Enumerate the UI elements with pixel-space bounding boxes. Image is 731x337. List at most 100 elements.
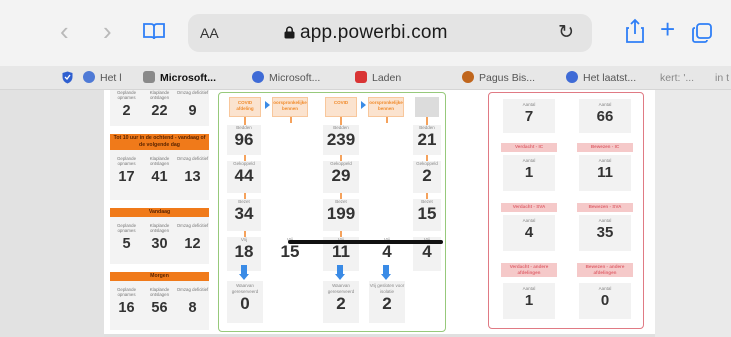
col-label: Omzag deficitief [176,156,209,161]
occupied-card: Bezet 15 [413,199,441,231]
kpi-value: 12 [184,236,201,252]
count-card: Aantal 1 [503,283,555,319]
text-size-button[interactable]: AA [200,25,219,41]
kpi-value: 9 [188,103,197,119]
address-bar[interactable]: AA app.powerbi.com ↻ [188,14,592,52]
linked-card: Gekoppeld 29 [323,161,359,193]
count-card: Aantal 4 [503,215,555,251]
block-title: Morgen [110,272,209,281]
block-title: Vandaag [110,208,209,217]
kpi-value: 17 [118,169,135,185]
bed-flow-panel: COVID afdeling oorspronkelijke bennen CO… [218,92,446,332]
count-card: Aantal 0 [579,283,631,319]
kpi-value: 2 [122,103,131,119]
kpi-value: 8 [188,300,197,316]
tab-pagus[interactable]: Pagus Bis... [462,70,535,86]
col-label: Omzag deficitief [176,287,209,292]
col-label: Geplande opnames [116,223,137,233]
suspected-proven-panel: Aantal 7 Aantal 66 Verdacht - IC Bewezen -… [488,92,644,329]
back-icon[interactable]: ‹ [60,18,69,44]
proven-sva-label: Bewezen - SVA [577,203,633,212]
shield-icon[interactable] [62,71,73,89]
kpi-value: 5 [122,236,131,252]
forward-icon[interactable]: › [103,18,112,44]
admissions-block-tomorrow: Morgen Geplande opnames Klaplande ontsla… [110,272,209,330]
count-card: Aantal 35 [579,215,631,251]
kpi-value: 41 [151,169,168,185]
col-label: Omzag deficitief [176,223,209,228]
beds-card: Bedden 21 [413,125,441,155]
tabs-icon[interactable] [691,22,713,49]
tab-microsoft-active[interactable]: Microsoft... [143,70,216,86]
url-text: app.powerbi.com [300,22,448,43]
favicon-icon [83,71,95,83]
empty-header-card [415,97,439,117]
tab-kert[interactable]: kert: '... [660,70,694,86]
isolation-card: Vrij gesloten voor isolatie 2 [369,281,405,323]
kpi-value: 13 [184,169,201,185]
home-indicator[interactable] [288,240,443,244]
reload-icon[interactable]: ↻ [558,21,574,44]
tab-het-laatst[interactable]: Het laatst... [566,70,636,86]
original-beds-header: oorspronkelijke bennen [272,97,308,117]
covid-afdeling-header: COVID afdeling [229,97,261,117]
safari-window: ‹ › AA app.powerbi.com ↻ + Het l Microso… [0,0,731,337]
pdf-icon [355,71,367,83]
tab-bar: Het l Microsoft... Microsoft... Laden Pa… [0,66,731,90]
tab-microsoft-2[interactable]: Microsoft... [252,70,320,86]
suspected-ic-label: Verdacht - IC [501,143,557,152]
arrow-right-icon [265,101,270,109]
tab-het-1[interactable]: Het l [83,70,122,86]
linked-card: Gekoppeld 44 [227,161,261,193]
linked-card: Gekoppeld 2 [413,161,441,193]
count-card: Aantal 1 [503,155,555,191]
connector-line [290,117,292,123]
lock-icon [284,26,295,39]
covid-header: COVID [325,97,357,117]
col-label: Klaplande ontslagen [149,90,170,100]
admissions-block-morning: Tot 10 uur in de ochtend - vandaag of de… [110,134,209,200]
suspected-sva-label: Verdacht - SVA [501,203,557,212]
bookmarks-icon[interactable] [143,22,165,45]
canvas-margin [0,90,104,337]
beds-card: Bedden 239 [323,125,359,155]
kpi-value: 16 [118,300,135,316]
original-beds-header: oorspronkelijke bennen [368,97,404,117]
kpi-value: 56 [151,300,168,316]
proven-other-label: Bewezen - andere afdelingen [577,263,633,277]
block-title: Tot 10 uur in de ochtend - vandaag of de… [110,134,209,150]
col-label: Klaplande ontslagen [149,223,170,233]
col-label: Klaplande ontslagen [149,287,170,297]
kpi-value: 22 [151,103,168,119]
suspected-other-label: Verdacht - andere afdelingen [501,263,557,277]
col-label: Geplande opnames [116,156,137,166]
proven-ic-label: Bewezen - IC [577,143,633,152]
count-card: Aantal 11 [579,155,631,191]
favicon-icon [143,71,155,83]
favicon-icon [566,71,578,83]
admissions-panel-top: Geplande opnames Klaplande ontslagen Omz… [110,90,209,126]
favicon-icon [462,71,474,83]
beds-card: Bedden 96 [227,125,261,155]
report-viewport: Geplande opnames Klaplande ontslagen Omz… [0,90,731,337]
new-tab-icon[interactable]: + [660,16,675,42]
tab-laden[interactable]: Laden [355,70,401,86]
reserved-card: Waarvan gereserveerd 2 [323,281,359,323]
col-label: Omzag deficitief [176,90,209,95]
col-label: Geplande opnames [116,90,137,100]
down-arrow-icon [239,274,249,280]
col-label: Klaplande ontslagen [149,156,170,166]
reserved-card: Waarvan gereserveerd 0 [227,281,263,323]
occupied-card: Bezet 34 [227,199,261,231]
tab-truncated[interactable]: in t [715,70,729,86]
arrow-right-icon [361,101,366,109]
browser-toolbar: ‹ › AA app.powerbi.com ↻ + [0,0,731,66]
count-card: Aantal 7 [503,99,555,133]
count-card: Aantal 66 [579,99,631,133]
favicon-icon [252,71,264,83]
kpi-value: 30 [151,236,168,252]
admissions-block-today: Vandaag Geplande opnames Klaplande ontsl… [110,208,209,264]
down-arrow-icon [381,274,391,280]
down-arrow-icon [335,274,345,280]
share-icon[interactable] [625,18,645,49]
